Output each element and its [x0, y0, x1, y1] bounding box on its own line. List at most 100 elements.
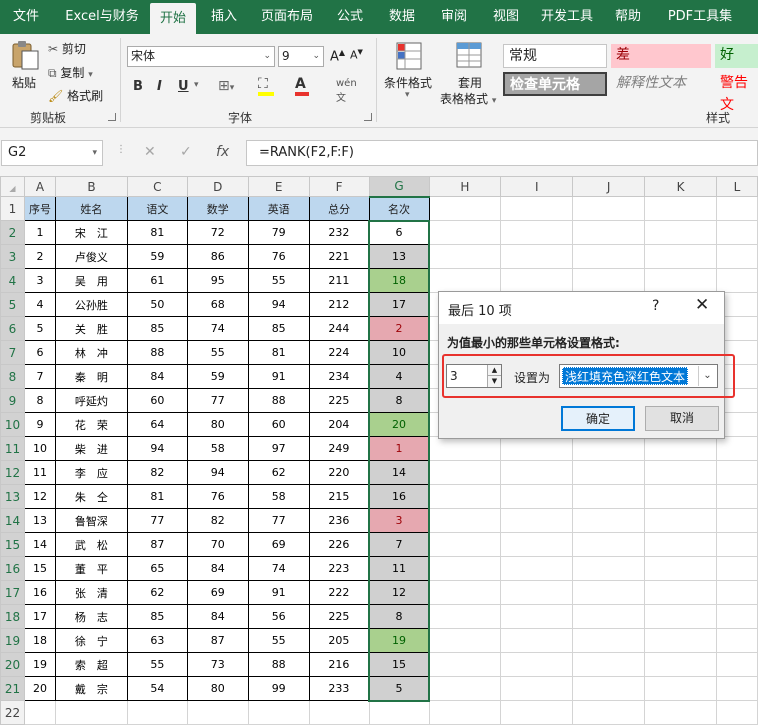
empty-cell[interactable] [308, 700, 370, 725]
table-cell[interactable]: 99 [247, 676, 310, 701]
tab-formulas[interactable]: 公式 [328, 0, 372, 34]
rank-cell[interactable]: 19 [368, 628, 430, 653]
row-header[interactable]: 21 [0, 676, 25, 701]
row-header[interactable]: 12 [0, 460, 25, 485]
cancel-formula-icon[interactable]: ✕ [144, 144, 156, 160]
row-header[interactable]: 14 [0, 508, 25, 533]
rank-cell[interactable]: 14 [368, 460, 430, 485]
empty-cell[interactable] [715, 628, 758, 653]
row-header[interactable]: 6 [0, 316, 25, 341]
empty-cell[interactable] [572, 604, 646, 629]
table-cell[interactable]: 李 应 [54, 460, 128, 485]
style-bad[interactable]: 差 [611, 44, 711, 68]
table-cell[interactable]: 221 [308, 244, 370, 269]
empty-cell[interactable] [500, 508, 574, 533]
ok-button[interactable]: 确定 [561, 406, 635, 431]
empty-cell[interactable] [428, 580, 502, 605]
table-cell[interactable]: 72 [186, 220, 249, 245]
table-cell[interactable]: 94 [247, 292, 310, 317]
table-cell[interactable]: 张 清 [54, 580, 128, 605]
clipboard-launcher-icon[interactable] [108, 113, 116, 121]
format-painter-button[interactable]: 🖌 格式刷 [48, 87, 103, 104]
empty-cell[interactable] [644, 700, 717, 725]
empty-cell[interactable] [428, 460, 502, 485]
font-size-select[interactable]: 9 ⌄ [278, 46, 324, 67]
empty-cell[interactable] [428, 700, 502, 725]
empty-cell[interactable] [428, 484, 502, 509]
empty-cell[interactable] [715, 604, 758, 629]
cancel-button[interactable]: 取消 [645, 406, 719, 431]
table-cell[interactable]: 61 [126, 268, 188, 293]
empty-cell[interactable] [644, 628, 717, 653]
shrink-font-button[interactable]: A▼ [350, 48, 363, 62]
table-cell[interactable]: 林 冲 [54, 340, 128, 365]
tab-file[interactable]: 文件 [6, 0, 46, 34]
table-cell[interactable]: 55 [247, 268, 310, 293]
table-cell[interactable]: 234 [308, 364, 370, 389]
table-cell[interactable]: 60 [247, 412, 310, 437]
empty-cell[interactable] [644, 268, 717, 293]
table-cell[interactable]: 211 [308, 268, 370, 293]
empty-cell[interactable] [715, 580, 758, 605]
paste-icon[interactable] [8, 40, 42, 70]
help-icon[interactable]: ? [652, 298, 659, 314]
paste-button[interactable]: 粘贴 [12, 74, 36, 91]
table-cell[interactable]: 59 [126, 244, 188, 269]
table-cell[interactable]: 84 [126, 364, 188, 389]
row-header[interactable]: 13 [0, 484, 25, 509]
name-box[interactable]: G2 ▾ [1, 140, 103, 166]
empty-cell[interactable] [644, 556, 717, 581]
empty-cell[interactable] [500, 556, 574, 581]
table-cell[interactable]: 朱 仝 [54, 484, 128, 509]
row-header[interactable]: 17 [0, 580, 25, 605]
table-cell[interactable]: 50 [126, 292, 188, 317]
header-cell[interactable]: 语文 [126, 196, 188, 221]
rank-cell[interactable]: 17 [368, 292, 430, 317]
empty-cell[interactable] [572, 652, 646, 677]
table-cell[interactable]: 5 [23, 316, 56, 341]
row-header[interactable]: 15 [0, 532, 25, 557]
rank-cell[interactable]: 6 [368, 219, 430, 245]
table-cell[interactable]: 79 [247, 220, 310, 245]
table-cell[interactable]: 17 [23, 604, 56, 629]
empty-cell[interactable] [715, 556, 758, 581]
table-cell[interactable]: 232 [308, 220, 370, 245]
table-cell[interactable]: 4 [23, 292, 56, 317]
header-cell[interactable]: 数学 [186, 196, 249, 221]
empty-cell[interactable] [715, 196, 758, 221]
table-cell[interactable]: 91 [247, 364, 310, 389]
table-cell[interactable]: 公孙胜 [54, 292, 128, 317]
header-cell[interactable]: 总分 [308, 196, 370, 221]
empty-cell[interactable] [572, 628, 646, 653]
empty-cell[interactable] [644, 604, 717, 629]
table-cell[interactable]: 20 [23, 676, 56, 701]
rank-cell[interactable]: 4 [368, 364, 430, 389]
empty-cell[interactable] [428, 244, 502, 269]
empty-cell[interactable] [715, 484, 758, 509]
empty-cell[interactable] [644, 580, 717, 605]
spin-up-icon[interactable]: ▲ [487, 365, 501, 376]
table-cell[interactable]: 1 [23, 220, 56, 245]
empty-cell[interactable] [644, 676, 717, 701]
table-cell[interactable]: 80 [186, 412, 249, 437]
table-cell[interactable]: 12 [23, 484, 56, 509]
empty-cell[interactable] [644, 460, 717, 485]
rank-cell[interactable]: 16 [368, 484, 430, 509]
row-header[interactable]: 9 [0, 388, 25, 413]
table-cell[interactable]: 81 [247, 340, 310, 365]
header-cell[interactable]: 序号 [23, 196, 56, 221]
table-cell[interactable]: 柴 进 [54, 436, 128, 461]
table-cell[interactable]: 62 [247, 460, 310, 485]
italic-button[interactable]: I [157, 79, 162, 94]
table-cell[interactable]: 70 [186, 532, 249, 557]
tab-excel-finance[interactable]: Excel与财务 [60, 0, 144, 34]
style-check-cell[interactable]: 检查单元格 [503, 72, 607, 96]
table-cell[interactable]: 16 [23, 580, 56, 605]
row-header[interactable]: 8 [0, 364, 25, 389]
column-header[interactable]: F [308, 176, 370, 197]
column-header[interactable]: H [428, 176, 502, 197]
table-cell[interactable]: 80 [186, 676, 249, 701]
table-cell[interactable]: 220 [308, 460, 370, 485]
empty-cell[interactable] [500, 244, 574, 269]
tab-view[interactable]: 视图 [484, 0, 528, 34]
